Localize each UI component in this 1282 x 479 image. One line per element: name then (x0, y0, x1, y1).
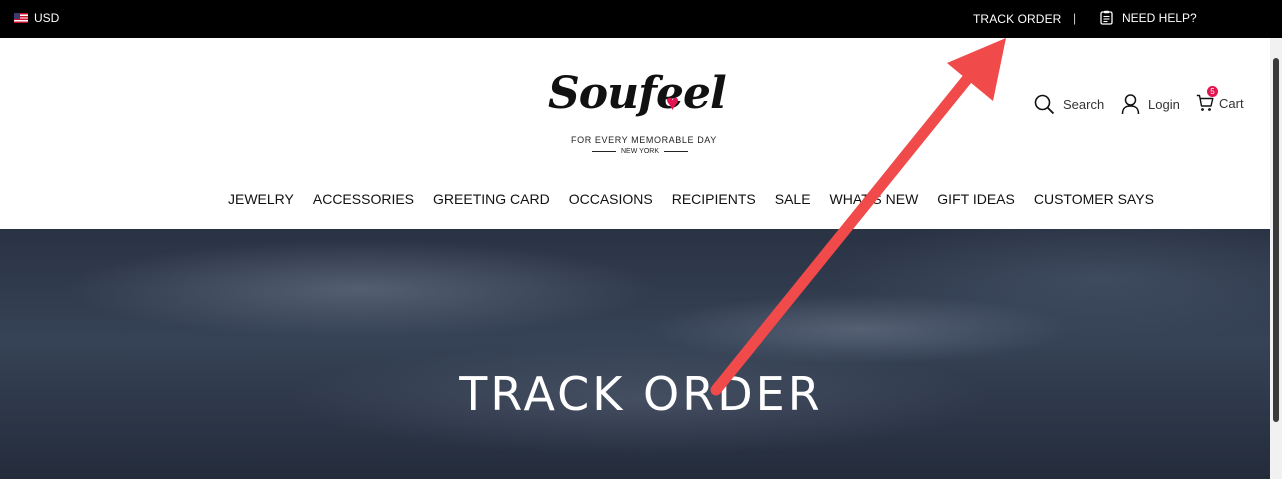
us-flag-icon (14, 13, 28, 23)
site-header: Soufeel ♥ FOR EVERY MEMORABLE DAY NEW YO… (0, 38, 1270, 229)
need-help-label: NEED HELP? (1122, 10, 1197, 25)
nav-item-customer-says[interactable]: CUSTOMER SAYS (1034, 191, 1154, 207)
search-icon (1034, 94, 1055, 115)
need-help-link[interactable]: NEED HELP? (1100, 10, 1197, 25)
currency-label: USD (34, 11, 60, 25)
nav-item-gift-ideas[interactable]: GIFT IDEAS (937, 191, 1015, 207)
cart-icon: 5 (1196, 86, 1218, 112)
hero-title: TRACK ORDER (459, 367, 823, 421)
logo-wordmark: Soufeel (548, 68, 727, 119)
nav-item-recipients[interactable]: RECIPIENTS (672, 191, 756, 207)
nav-item-sale[interactable]: SALE (775, 191, 811, 207)
top-bar: USD TRACK ORDER | NEED HELP? (0, 0, 1282, 38)
user-icon (1121, 94, 1140, 115)
soufeel-logo[interactable]: Soufeel ♥ FOR EVERY MEMORABLE DAY NEW YO… (548, 68, 734, 158)
cart-button[interactable]: 5 Cart (1196, 86, 1244, 112)
currency-selector[interactable]: USD (14, 11, 59, 25)
scrollbar-thumb[interactable] (1273, 58, 1279, 422)
main-nav: JEWELRY ACCESSORIES GREETING CARD OCCASI… (228, 191, 1154, 207)
hero-banner: TRACK ORDER (0, 229, 1270, 479)
clipboard-icon (1100, 10, 1113, 25)
nav-item-whats-new[interactable]: WHAT'S NEW (830, 191, 919, 207)
nav-item-jewelry[interactable]: JEWELRY (228, 191, 294, 207)
nav-item-occasions[interactable]: OCCASIONS (569, 191, 653, 207)
nav-item-greeting-card[interactable]: GREETING CARD (433, 191, 550, 207)
heart-icon: ♥ (666, 90, 680, 115)
search-button[interactable]: Search (1034, 94, 1104, 115)
topbar-separator: | (1073, 11, 1077, 25)
cart-label: Cart (1219, 95, 1244, 111)
track-order-link[interactable]: TRACK ORDER (973, 12, 1061, 26)
nav-item-accessories[interactable]: ACCESSORIES (313, 191, 414, 207)
cart-count-badge: 5 (1207, 86, 1218, 97)
logo-city: NEW YORK (592, 148, 688, 155)
vertical-scrollbar[interactable] (1270, 38, 1282, 479)
logo-tagline: FOR EVERY MEMORABLE DAY (571, 135, 717, 145)
login-label: Login (1148, 97, 1180, 112)
search-label: Search (1063, 97, 1105, 112)
login-button[interactable]: Login (1121, 94, 1180, 115)
